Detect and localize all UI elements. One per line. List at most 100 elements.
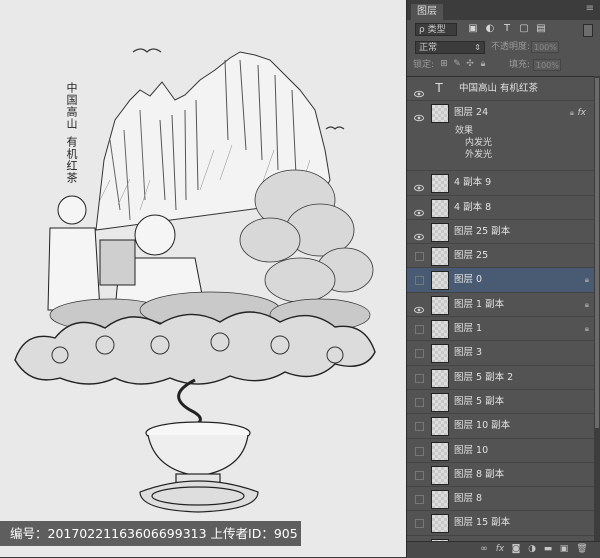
layer-row[interactable]: 图层 10 副本 [407, 414, 594, 439]
lock-image-icon[interactable]: ✎ [452, 59, 462, 70]
layer-thumbnail[interactable] [431, 368, 449, 388]
link-icon[interactable]: ∞ [477, 543, 491, 556]
effect-item[interactable]: 效果 [455, 125, 492, 137]
layer-thumbnail[interactable] [431, 344, 449, 364]
layer-row[interactable]: 图层 5 副本 2 [407, 365, 594, 390]
visibility-toggle[interactable] [415, 252, 424, 262]
eye-icon[interactable] [414, 108, 424, 122]
folder-icon[interactable]: ▬ [541, 543, 555, 556]
visibility-toggle[interactable] [415, 349, 424, 359]
lock-transparent-icon[interactable]: ⊞ [439, 59, 449, 70]
layer-row[interactable]: 图层 25 副本 [407, 219, 594, 245]
lock-position-icon[interactable]: ✣ [465, 59, 475, 70]
layer-name[interactable]: 图层 25 [454, 244, 488, 268]
eye-icon[interactable] [414, 178, 424, 192]
layer-row[interactable]: 4 副本 8 [407, 195, 594, 220]
eye-icon[interactable] [414, 300, 424, 314]
visibility-toggle[interactable] [415, 325, 424, 335]
layer-name[interactable]: 中国高山 有机红茶 [459, 77, 538, 101]
layer-thumbnail[interactable] [431, 295, 449, 315]
opacity-input[interactable]: 100% [531, 41, 559, 53]
text-layer-icon[interactable]: T [431, 80, 447, 97]
filter-adjustment-icon[interactable]: ◐ [484, 23, 496, 35]
layer-row[interactable]: 图层 10 [407, 438, 594, 463]
layer-name[interactable]: 图层 3 [454, 341, 482, 365]
filter-type-icon[interactable]: T [501, 23, 513, 35]
layer-row[interactable]: 图层 0 🔒︎ [407, 268, 594, 293]
layer-thumbnail[interactable] [431, 104, 449, 124]
layer-name[interactable]: 图层 5 副本 2 [454, 366, 513, 390]
visibility-toggle[interactable] [415, 495, 424, 505]
panel-menu-icon[interactable]: ≡ [586, 3, 594, 14]
layer-name[interactable]: 4 副本 8 [454, 196, 491, 220]
layers-scroll-thumb[interactable] [595, 78, 599, 428]
lock-row: 锁定: ⊞ ✎ ✣ 🔒︎ 填充: 100% [407, 56, 600, 74]
eye-icon[interactable] [414, 227, 424, 241]
new-layer-icon[interactable]: ▣ [557, 543, 571, 556]
filter-shape-icon[interactable]: ▢ [518, 23, 530, 35]
layer-name[interactable]: 图层 15 副本 [454, 511, 510, 535]
fx-icon[interactable]: fx [493, 543, 507, 556]
layer-row[interactable]: T 中国高山 有机红茶 [407, 77, 594, 102]
layer-name[interactable]: 图层 5 副本 [454, 390, 504, 414]
layer-name[interactable]: 图层 8 [454, 487, 482, 511]
layer-row[interactable]: 图层 5 副本 [407, 389, 594, 415]
layer-row[interactable]: 图层 1 副本 🔒︎ [407, 292, 594, 318]
layer-thumbnail[interactable] [431, 465, 449, 485]
visibility-toggle[interactable] [415, 446, 424, 456]
layer-row[interactable]: 图层 15 副本 [407, 511, 594, 536]
effect-item[interactable]: 外发光 [455, 149, 492, 161]
panel-tab-bar: 图层 ≡ [407, 0, 600, 20]
layer-row[interactable]: 图层 1 🔒︎ [407, 317, 594, 342]
layer-thumbnail[interactable] [431, 514, 449, 534]
layers-list: T 中国高山 有机红茶 图层 24 🔒︎ fx 效果 内发光 外发光 4 副本 94 副本 8图… [407, 76, 594, 542]
layer-row[interactable]: 图层 25 [407, 244, 594, 269]
lock-all-icon[interactable]: 🔒︎ [478, 59, 488, 70]
layer-thumbnail[interactable] [431, 198, 449, 218]
layer-thumbnail[interactable] [431, 392, 449, 412]
trash-icon[interactable]: 🗑︎ [575, 543, 589, 556]
layer-name[interactable]: 图层 25 副本 [454, 220, 510, 244]
filter-kind-select[interactable]: ρ 类型 [415, 23, 457, 36]
layer-thumbnail[interactable] [431, 441, 449, 461]
effect-item[interactable]: 内发光 [455, 137, 492, 149]
visibility-toggle[interactable] [415, 373, 424, 383]
layer-name[interactable]: 图层 0 [454, 268, 482, 292]
visibility-toggle[interactable] [415, 422, 424, 432]
tab-layers[interactable]: 图层 [411, 4, 443, 20]
eye-icon[interactable] [414, 84, 424, 98]
eye-icon[interactable] [414, 203, 424, 216]
layer-thumbnail[interactable] [431, 320, 449, 340]
filter-pixel-icon[interactable]: ▣ [467, 23, 479, 35]
fill-input[interactable]: 100% [533, 59, 561, 71]
document-canvas[interactable]: 中国高山 有机红茶 编号：20170221163606699313 上传者ID：… [0, 0, 406, 557]
layer-row[interactable]: 图层 3 [407, 341, 594, 366]
layer-name[interactable]: 图层 8 副本 [454, 463, 504, 487]
layer-thumbnail[interactable] [431, 271, 449, 291]
filter-toggle[interactable] [583, 24, 593, 37]
layer-name[interactable]: 图层 1 副本 [454, 293, 504, 317]
layer-thumbnail[interactable] [431, 222, 449, 242]
fx-badge[interactable]: fx [578, 108, 587, 118]
visibility-toggle[interactable] [415, 519, 424, 529]
layer-thumbnail[interactable] [431, 247, 449, 267]
layer-row[interactable]: 图层 8 副本 [407, 462, 594, 488]
layer-row[interactable]: 图层 24 🔒︎ fx 效果 内发光 外发光 [407, 101, 594, 172]
visibility-toggle[interactable] [415, 276, 424, 286]
layer-thumbnail[interactable] [431, 174, 449, 194]
filter-smart-object-icon[interactable]: ▤ [535, 23, 547, 35]
layer-name[interactable]: 图层 10 [454, 439, 488, 463]
layer-row[interactable]: 图层 8 [407, 487, 594, 512]
layer-name[interactable]: 图层 10 副本 [454, 414, 510, 438]
mask-icon[interactable]: ◙ [509, 543, 523, 556]
layer-row[interactable]: 4 副本 9 [407, 171, 594, 196]
layer-name[interactable]: 图层 24 [454, 101, 488, 125]
visibility-toggle[interactable] [415, 470, 424, 480]
layer-name[interactable]: 4 副本 9 [454, 171, 491, 195]
layer-thumbnail[interactable] [431, 417, 449, 437]
blend-mode-select[interactable]: 正常 ⇕ [415, 41, 485, 54]
adjustment-icon[interactable]: ◑ [525, 543, 539, 556]
visibility-toggle[interactable] [415, 397, 424, 407]
layer-thumbnail[interactable] [431, 490, 449, 510]
layer-name[interactable]: 图层 1 [454, 317, 482, 341]
